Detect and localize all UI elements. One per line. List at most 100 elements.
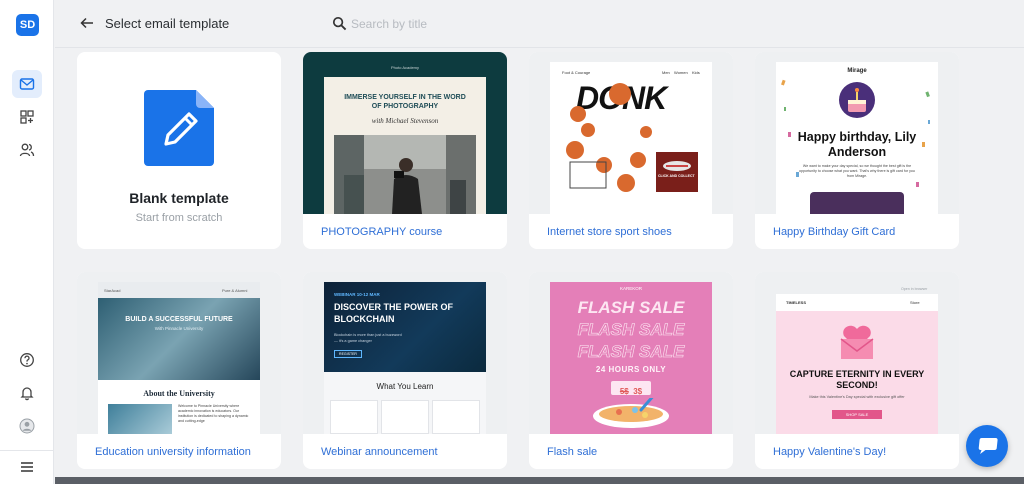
thumb-headline: CAPTURE ETERNITY IN EVERY SECOND! bbox=[789, 369, 925, 390]
thumb-section-text: Welcome to Pinnacle University where aca… bbox=[178, 404, 249, 423]
back-button[interactable] bbox=[79, 15, 97, 33]
thumb-section-title: What You Learn bbox=[376, 382, 434, 391]
template-card-valentine[interactable]: Open in browser TIMELESS Store CAPTURE E… bbox=[755, 272, 959, 469]
sidebar-item-help[interactable] bbox=[12, 346, 42, 374]
template-card-webinar[interactable]: WEBINAR 10-12 MAR DISCOVER THE POWER OF … bbox=[303, 272, 507, 469]
template-thumbnail: Open in browser TIMELESS Store CAPTURE E… bbox=[755, 272, 959, 434]
thumb-store-link: Store bbox=[910, 300, 920, 305]
template-title: Flash sale bbox=[547, 446, 598, 458]
thumb-hours: 24 HOURS ONLY bbox=[595, 365, 667, 374]
sidebar-item-notifications[interactable] bbox=[12, 379, 42, 407]
thumb-brand: Mirage bbox=[847, 68, 867, 74]
chat-bubble-icon bbox=[978, 438, 998, 454]
user-avatar-icon bbox=[19, 418, 35, 434]
template-card-flash-sale[interactable]: KAREKOR FLASH SALE FLASH SALE FLASH SALE… bbox=[529, 272, 733, 469]
template-thumbnail: Photo Academy IMMERSE YOURSELF IN THE WO… bbox=[303, 52, 507, 214]
thumb-headline: Happy birthday, Lily Anderson bbox=[797, 130, 917, 159]
template-title: PHOTOGRAPHY course bbox=[321, 226, 443, 238]
thumb-brand: Foot & Courage bbox=[562, 70, 591, 75]
thumb-body: TIMELESS Store CAPTURE ETERNITY IN EVERY… bbox=[776, 294, 938, 434]
blank-template-card[interactable]: Blank template Start from scratch bbox=[77, 52, 281, 249]
feature-box bbox=[381, 400, 429, 434]
sidebar: SD bbox=[0, 0, 54, 484]
thumb-body: WEBINAR 10-12 MAR DISCOVER THE POWER OF … bbox=[324, 282, 486, 434]
thumb-headline: BUILD A SUCCESSFUL FUTURE bbox=[125, 316, 233, 323]
template-card-photography[interactable]: Photo Academy IMMERSE YOURSELF IN THE WO… bbox=[303, 52, 507, 249]
hamburger-menu-icon bbox=[21, 462, 33, 472]
sidebar-item-profile[interactable] bbox=[12, 412, 42, 440]
bell-icon bbox=[20, 387, 34, 401]
thumb-nav: Men bbox=[662, 70, 670, 75]
blank-template-title: Blank template bbox=[129, 190, 229, 206]
thumb-body: Mirage Happy birthday, Lily Anderson We … bbox=[776, 62, 938, 214]
chat-support-button[interactable] bbox=[966, 425, 1008, 467]
thumb-byline: with Michael Stevenson bbox=[371, 117, 439, 125]
template-card-birthday[interactable]: Mirage Happy birthday, Lily Anderson We … bbox=[755, 52, 959, 249]
template-card-education[interactable]: StarAcad Pure & Alumni BUILD A SUCCESSFU… bbox=[77, 272, 281, 469]
thumb-register-button: REGISTER bbox=[334, 350, 362, 358]
thumb-subtitle: With Pinnacle University bbox=[154, 326, 204, 331]
mail-icon bbox=[19, 78, 35, 90]
add-block-icon bbox=[20, 110, 34, 124]
thumb-nav: Pure & Alumni bbox=[222, 288, 248, 293]
template-title: Happy Valentine's Day! bbox=[773, 446, 887, 458]
template-thumbnail: StarAcad Pure & Alumni BUILD A SUCCESSFU… bbox=[77, 272, 281, 434]
campus-image bbox=[108, 404, 172, 434]
vertical-scrollbar[interactable] bbox=[1016, 48, 1024, 476]
blank-document-pencil-icon bbox=[144, 90, 214, 166]
thumb-subtitle: Make this Valentine's Day special with e… bbox=[809, 395, 905, 399]
horizontal-scrollbar[interactable] bbox=[55, 477, 1024, 484]
thumb-headline: FLASH SALE bbox=[577, 298, 685, 317]
template-title: Happy Birthday Gift Card bbox=[773, 226, 896, 238]
thumb-body: Foot & Courage Men Women Kids DONK CLICK… bbox=[550, 62, 712, 214]
thumb-date: WEBINAR 10-12 MAR bbox=[334, 292, 380, 297]
feature-box bbox=[330, 400, 378, 434]
valentine-hero: CAPTURE ETERNITY IN EVERY SECOND! Make t… bbox=[776, 311, 938, 434]
thumb-promo: CLICK AND COLLECT bbox=[658, 174, 695, 178]
birthday-cake-illustration bbox=[839, 82, 875, 118]
search-input[interactable] bbox=[351, 13, 611, 35]
template-card-sport-shoes[interactable]: Foot & Courage Men Women Kids DONK CLICK… bbox=[529, 52, 733, 249]
blank-template-subtitle: Start from scratch bbox=[135, 212, 223, 224]
search-icon bbox=[332, 16, 347, 31]
thumb-browser-link: Open in browser bbox=[901, 287, 928, 291]
thumb-body: StarAcad Pure & Alumni BUILD A SUCCESSFU… bbox=[98, 282, 260, 434]
thumb-nav: Kids bbox=[692, 70, 700, 75]
template-title: Webinar announcement bbox=[321, 446, 438, 458]
template-thumbnail: WEBINAR 10-12 MAR DISCOVER THE POWER OF … bbox=[303, 272, 507, 434]
template-thumbnail: Mirage Happy birthday, Lily Anderson We … bbox=[755, 52, 959, 214]
thumb-headline-outline: FLASH SALE bbox=[577, 320, 685, 340]
account-avatar[interactable]: SD bbox=[16, 14, 39, 36]
sidebar-menu-toggle[interactable] bbox=[12, 453, 42, 481]
top-bar: Select email template bbox=[55, 0, 1024, 48]
page-title: Select email template bbox=[105, 16, 230, 31]
sidebar-divider bbox=[0, 450, 54, 451]
sidebar-item-blocks[interactable] bbox=[12, 103, 42, 131]
thumb-header: Photo Academy bbox=[390, 65, 420, 70]
hero-image: BUILD A SUCCESSFUL FUTURE With Pinnacle … bbox=[98, 298, 260, 380]
feature-box bbox=[432, 400, 480, 434]
price-tag: 5$ 3$ bbox=[611, 381, 651, 396]
basketballs-illustration bbox=[566, 83, 698, 192]
thumb-brand: StarAcad bbox=[104, 288, 121, 293]
sidebar-item-contacts[interactable] bbox=[12, 136, 42, 164]
help-icon bbox=[20, 353, 34, 367]
thumb-nav: Women bbox=[674, 70, 688, 75]
thumb-headline-outline: FLASH SALE bbox=[577, 342, 685, 362]
thumb-subtitle: — it's a game changer bbox=[334, 339, 372, 343]
thumb-body: IMMERSE YOURSELF IN THE WORD OF PHOTOGRA… bbox=[324, 77, 486, 214]
sidebar-item-email[interactable] bbox=[12, 70, 42, 98]
about-section: About the University Welcome to Pinnacle… bbox=[98, 380, 260, 434]
users-icon bbox=[19, 143, 35, 157]
new-price: 3$ bbox=[633, 387, 643, 396]
thumb-section-title: About the University bbox=[143, 389, 215, 398]
gift-card-image bbox=[810, 192, 904, 214]
arrow-left-icon bbox=[80, 17, 93, 29]
old-price: 5$ bbox=[619, 387, 629, 396]
thumb-body-text: We want to make your day special, so we … bbox=[799, 164, 915, 178]
photographer-photo bbox=[334, 135, 476, 214]
thumb-subtitle: Blockchain is more than just a buzzword bbox=[334, 333, 402, 337]
thumb-brand: TIMELESS bbox=[786, 300, 807, 305]
template-title: Internet store sport shoes bbox=[547, 226, 672, 238]
envelope-heart-icon bbox=[840, 325, 874, 359]
